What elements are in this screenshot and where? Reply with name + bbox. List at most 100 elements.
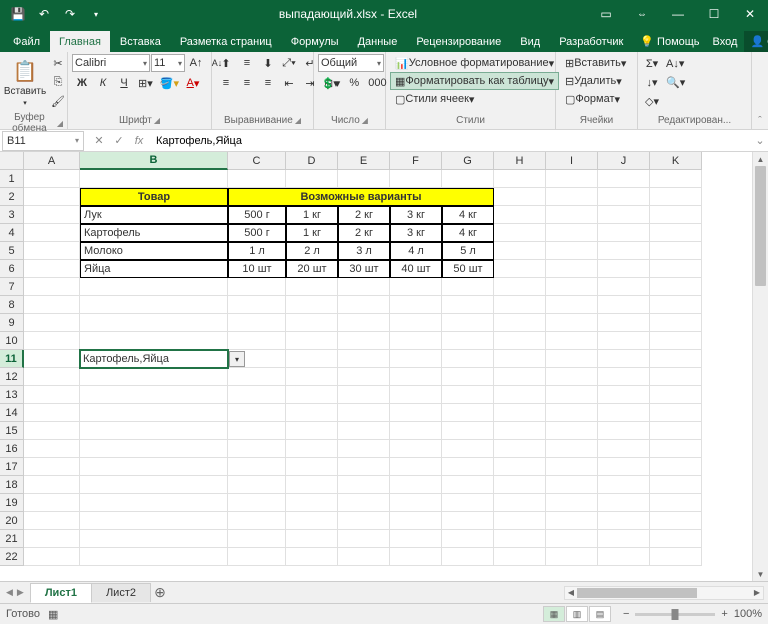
cell[interactable]: [494, 368, 546, 386]
cell[interactable]: 4 кг: [442, 224, 494, 242]
cell[interactable]: [80, 314, 228, 332]
cell[interactable]: Картофель: [80, 224, 228, 242]
cell[interactable]: Картофель,Яйца: [80, 350, 228, 368]
row-header[interactable]: 2: [0, 188, 24, 206]
page-layout-view-icon[interactable]: ▥: [566, 606, 588, 622]
cell[interactable]: [286, 314, 338, 332]
insert-cells-button[interactable]: ⊞ Вставить ▾: [560, 54, 636, 72]
cell[interactable]: [228, 458, 286, 476]
cell[interactable]: [546, 548, 598, 566]
cell[interactable]: [494, 224, 546, 242]
cell[interactable]: [442, 278, 494, 296]
cell[interactable]: [286, 476, 338, 494]
cell[interactable]: [338, 278, 390, 296]
cell[interactable]: [24, 422, 80, 440]
column-header[interactable]: A: [24, 152, 80, 170]
cell[interactable]: [390, 512, 442, 530]
cell[interactable]: [24, 386, 80, 404]
formula-input[interactable]: [152, 135, 752, 147]
cell[interactable]: [546, 494, 598, 512]
cell[interactable]: [24, 440, 80, 458]
format-cells-button[interactable]: ▢ Формат ▾: [560, 90, 636, 108]
sort-filter-icon[interactable]: A↓▾: [663, 54, 687, 72]
expand-formula-icon[interactable]: ⌄: [752, 134, 768, 147]
cell[interactable]: [80, 368, 228, 386]
cell[interactable]: [442, 350, 494, 368]
cell[interactable]: [650, 494, 702, 512]
cell[interactable]: [338, 458, 390, 476]
cell[interactable]: [650, 458, 702, 476]
cell[interactable]: [338, 494, 390, 512]
redo-icon[interactable]: ↷: [58, 3, 82, 25]
cell[interactable]: [80, 386, 228, 404]
cell[interactable]: [546, 386, 598, 404]
cell[interactable]: [546, 422, 598, 440]
cell[interactable]: [494, 260, 546, 278]
align-top-icon[interactable]: ⬆: [216, 54, 236, 72]
cell[interactable]: [494, 242, 546, 260]
cell[interactable]: [546, 404, 598, 422]
minimize-icon[interactable]: —: [660, 0, 696, 28]
sheet-next-icon[interactable]: ▶: [17, 587, 24, 598]
cell[interactable]: [80, 170, 228, 188]
help-icon-title[interactable]: ⇔: [624, 0, 660, 28]
cell[interactable]: 2 кг: [338, 224, 390, 242]
cell[interactable]: [494, 188, 546, 206]
cell[interactable]: [546, 530, 598, 548]
cell[interactable]: [598, 386, 650, 404]
cell[interactable]: [338, 476, 390, 494]
cell[interactable]: Молоко: [80, 242, 228, 260]
cell[interactable]: [286, 278, 338, 296]
font-size-combo[interactable]: 11▾: [151, 54, 185, 72]
cell[interactable]: [286, 350, 338, 368]
sheet-tab-1[interactable]: Лист1: [30, 583, 92, 603]
cell[interactable]: [80, 332, 228, 350]
zoom-level[interactable]: 100%: [734, 608, 762, 620]
cell[interactable]: [228, 548, 286, 566]
row-header[interactable]: 16: [0, 440, 24, 458]
tab-share[interactable]: 👤Общий доступ: [744, 31, 768, 52]
underline-button[interactable]: Ч: [114, 74, 134, 92]
italic-button[interactable]: К: [93, 74, 113, 92]
cell[interactable]: [442, 440, 494, 458]
row-header[interactable]: 5: [0, 242, 24, 260]
normal-view-icon[interactable]: ▦: [543, 606, 565, 622]
tab-page-layout[interactable]: Разметка страниц: [171, 31, 281, 52]
cell[interactable]: 1 кг: [286, 206, 338, 224]
tab-data[interactable]: Данные: [349, 31, 407, 52]
cell[interactable]: [598, 476, 650, 494]
cell[interactable]: [338, 386, 390, 404]
cell[interactable]: [442, 458, 494, 476]
cell[interactable]: [650, 242, 702, 260]
borders-icon[interactable]: ⊞▾: [135, 74, 156, 92]
cell[interactable]: [338, 314, 390, 332]
cell[interactable]: [494, 296, 546, 314]
row-header[interactable]: 8: [0, 296, 24, 314]
cell[interactable]: [338, 422, 390, 440]
column-header[interactable]: J: [598, 152, 650, 170]
cell[interactable]: [24, 350, 80, 368]
cell[interactable]: [80, 440, 228, 458]
cell[interactable]: [546, 368, 598, 386]
cell[interactable]: [650, 206, 702, 224]
cell[interactable]: [24, 404, 80, 422]
cell[interactable]: [80, 296, 228, 314]
cell[interactable]: [390, 278, 442, 296]
row-header[interactable]: 7: [0, 278, 24, 296]
zoom-in-icon[interactable]: +: [721, 608, 727, 620]
cell[interactable]: [650, 260, 702, 278]
row-header[interactable]: 20: [0, 512, 24, 530]
enter-formula-icon[interactable]: ✓: [110, 132, 128, 150]
tab-signin[interactable]: Вход: [707, 32, 744, 52]
cell[interactable]: [24, 314, 80, 332]
row-header[interactable]: 11: [0, 350, 24, 368]
cell[interactable]: [494, 170, 546, 188]
cell[interactable]: [650, 440, 702, 458]
find-select-icon[interactable]: 🔍▾: [663, 73, 688, 91]
close-icon[interactable]: ✕: [732, 0, 768, 28]
ribbon-options-icon[interactable]: ▭: [588, 0, 624, 28]
cell[interactable]: [228, 422, 286, 440]
cell[interactable]: [390, 350, 442, 368]
cell[interactable]: [390, 530, 442, 548]
cell[interactable]: [546, 476, 598, 494]
